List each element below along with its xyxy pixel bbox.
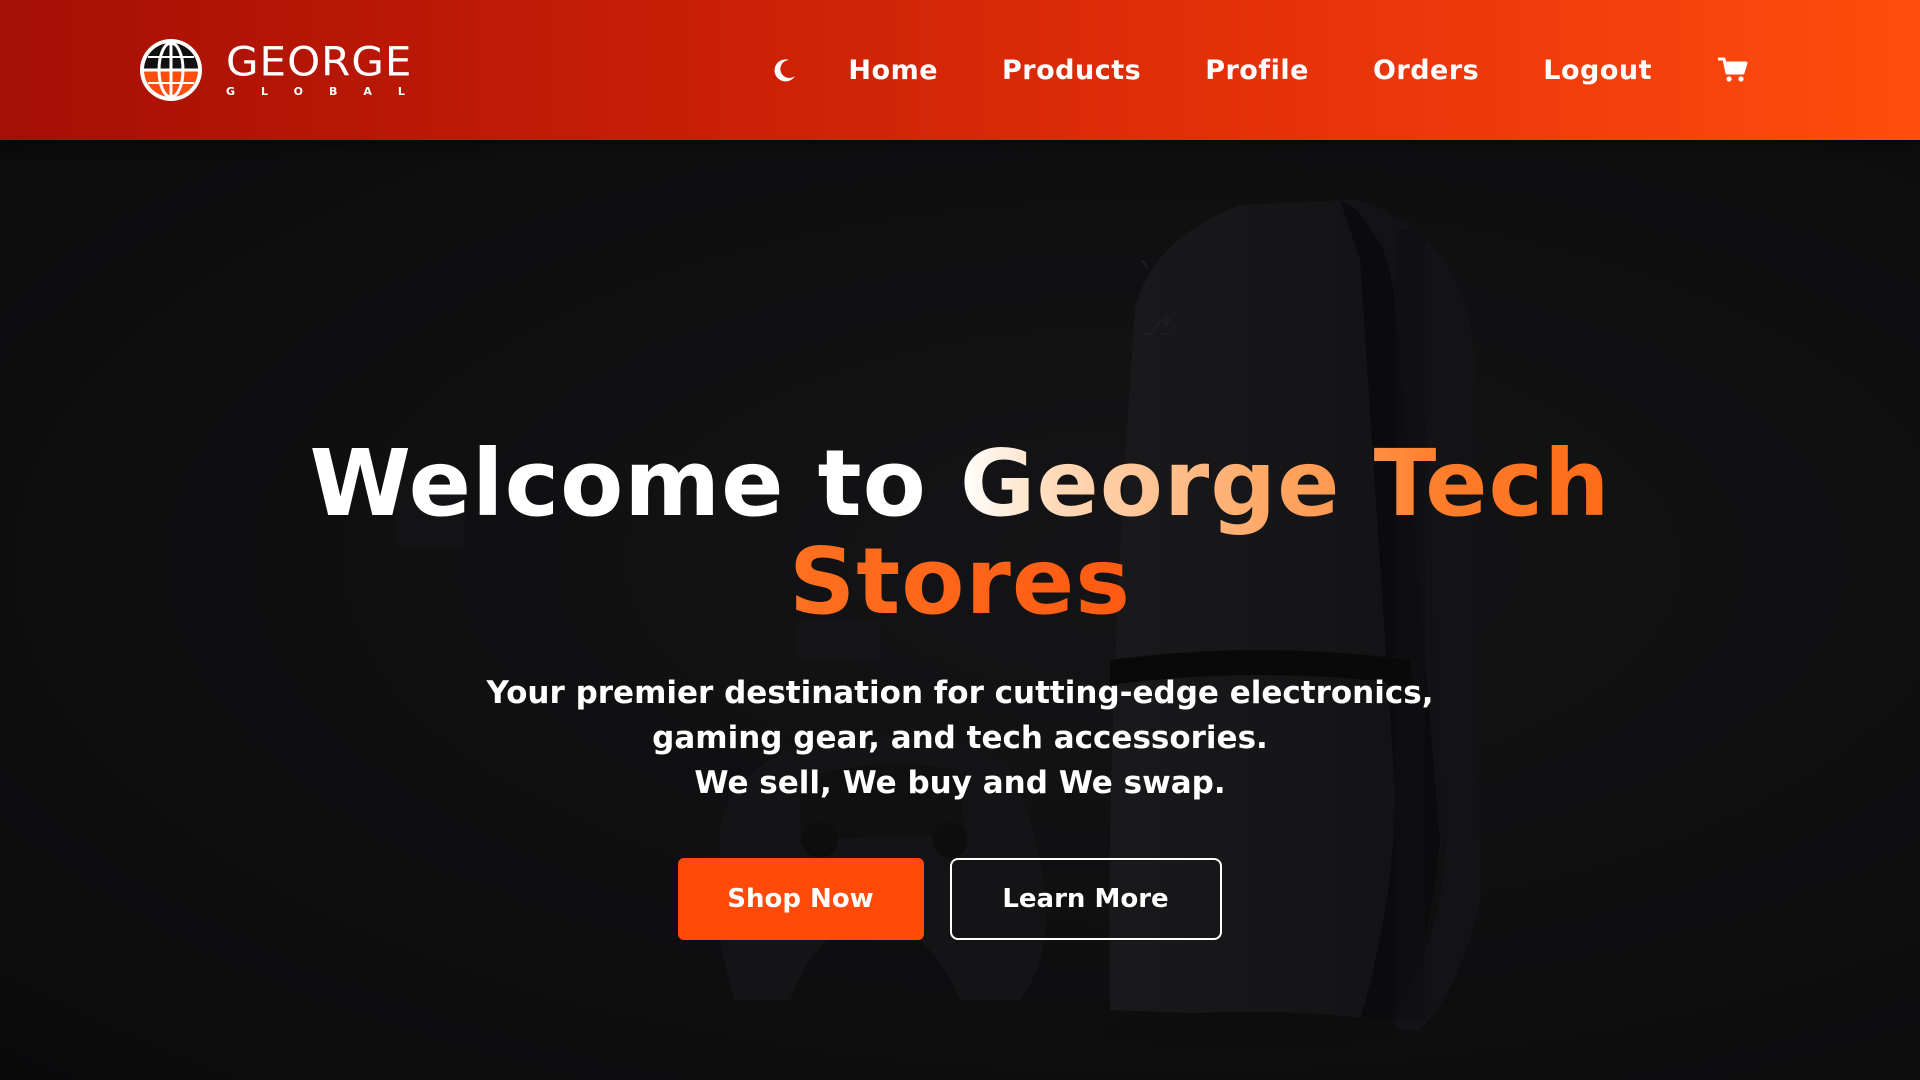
globe-logo-icon [140,39,202,101]
brand-subtitle: GLOBAL [226,85,431,98]
hero-title-part1: Welcome to [309,430,960,537]
nav-link-home[interactable]: Home [848,55,938,86]
nav-link-orders[interactable]: Orders [1373,55,1479,86]
hero-section: ⎇ Welcome to George Tech Stores Your pre… [0,140,1920,1080]
hero-desc-line3: We sell, We buy and We swap. [694,765,1226,801]
hero-title-part2: George Tech [959,430,1611,537]
shop-now-button[interactable]: Shop Now [677,858,924,940]
nav-link-logout[interactable]: Logout [1543,55,1652,86]
brand-text: GEORGE GLOBAL [226,41,431,99]
hero-desc-line1: Your premier destination for cutting-edg… [486,675,1434,711]
main-nav: Home Products Profile Orders Logout [770,0,1750,140]
hero-desc-line2: gaming gear, and tech accessories. [652,720,1268,756]
nav-link-products[interactable]: Products [1002,55,1141,86]
hero-buttons: Shop Now Learn More [0,858,1920,940]
theme-toggle-button[interactable] [770,55,800,85]
moon-icon [774,59,796,82]
learn-more-button[interactable]: Learn More [949,858,1222,940]
hero-title: Welcome to George Tech Stores [0,435,1920,631]
nav-link-profile[interactable]: Profile [1205,55,1309,86]
cart-icon [1718,57,1748,82]
cart-button[interactable] [1716,55,1750,85]
hero-title-part3: Stores [789,528,1131,635]
top-navbar: GEORGE GLOBAL Home Products Profile Orde… [0,0,1920,140]
brand[interactable]: GEORGE GLOBAL [138,36,431,104]
hero-description: Your premier destination for cutting-edg… [460,671,1460,806]
hero-content: Welcome to George Tech Stores Your premi… [0,435,1920,940]
brand-name: GEORGE [226,38,413,85]
